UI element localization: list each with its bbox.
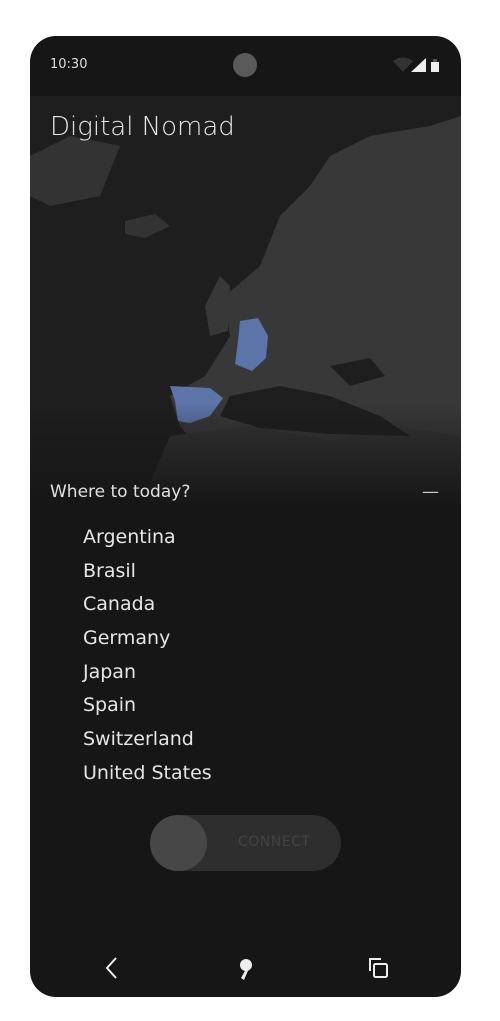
country-item[interactable]: Germany bbox=[83, 622, 212, 656]
europe-map bbox=[30, 96, 461, 506]
camera-cutout bbox=[233, 53, 257, 77]
home-icon[interactable] bbox=[231, 953, 261, 983]
connect-toggle[interactable]: CONNECT bbox=[150, 815, 341, 871]
country-item[interactable]: Argentina bbox=[83, 521, 212, 555]
country-item[interactable]: Canada bbox=[83, 588, 212, 622]
navigation-bar bbox=[30, 939, 461, 997]
wifi-icon bbox=[393, 57, 413, 72]
minus-icon[interactable]: — bbox=[422, 482, 439, 502]
country-item[interactable]: Spain bbox=[83, 689, 212, 723]
country-item[interactable]: Brasil bbox=[83, 555, 212, 589]
status-time: 10:30 bbox=[50, 57, 88, 72]
destination-prompt: Where to today? bbox=[50, 482, 191, 502]
phone-screen: 10:30 Digital Nomad Where to today? — Ar… bbox=[30, 36, 461, 997]
connect-label: CONNECT bbox=[238, 834, 311, 850]
status-bar: 10:30 bbox=[30, 36, 461, 96]
app-title: Digital Nomad bbox=[50, 112, 235, 142]
country-item[interactable]: Switzerland bbox=[83, 723, 212, 757]
country-list[interactable]: Argentina Brasil Canada Germany Japan Sp… bbox=[83, 521, 212, 791]
status-icons bbox=[393, 57, 439, 72]
battery-icon bbox=[431, 62, 439, 72]
country-item[interactable]: Japan bbox=[83, 656, 212, 690]
toggle-knob[interactable] bbox=[150, 815, 207, 871]
recents-icon[interactable] bbox=[364, 953, 394, 983]
list-fade bbox=[30, 776, 461, 816]
back-icon[interactable] bbox=[98, 953, 128, 983]
signal-icon bbox=[411, 58, 426, 72]
